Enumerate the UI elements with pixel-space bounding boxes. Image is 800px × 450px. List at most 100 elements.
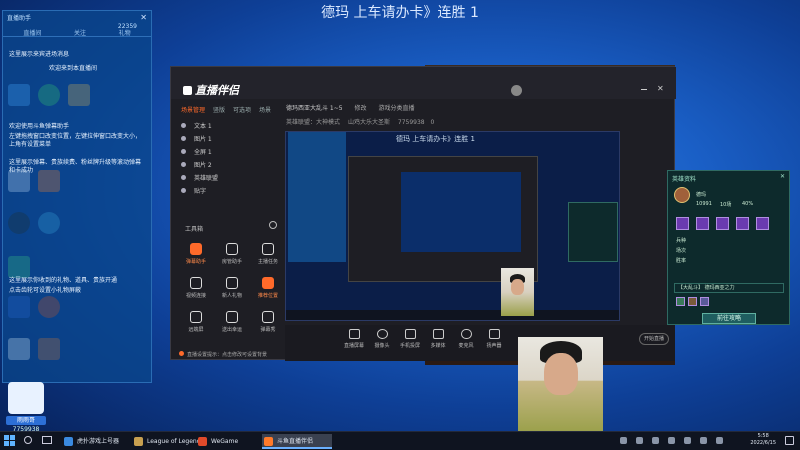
eye-icon[interactable] [181, 136, 186, 141]
tool-label: 弹幕助手 [185, 259, 206, 265]
logo-icon [183, 86, 192, 95]
avatar[interactable] [511, 85, 522, 96]
tray-icon[interactable] [652, 437, 659, 444]
close-icon[interactable]: ✕ [657, 84, 664, 93]
scene-item[interactable]: 英雄联盟 [181, 173, 218, 182]
eye-icon[interactable] [181, 175, 186, 180]
tab-options[interactable]: 可选项 [233, 105, 251, 114]
room-edit-button[interactable]: 修改 [355, 105, 367, 112]
media-button[interactable]: 多媒体 [423, 329, 453, 349]
footer-text: 直播设置提示：点击修改可设置背景 [187, 352, 268, 358]
monitor-icon [348, 329, 360, 339]
stat-label: 场次 [676, 248, 687, 254]
app-icon [64, 437, 73, 446]
scene-label: 文本 1 [194, 123, 212, 130]
minimize-icon[interactable] [641, 89, 647, 90]
item-icon[interactable] [676, 297, 685, 306]
scene-item[interactable]: 贴字 [181, 186, 206, 195]
skill-icon[interactable] [756, 217, 769, 230]
taskbar-item[interactable]: WeGame [196, 434, 256, 449]
room-category[interactable]: 英雄联盟：大神模式 [286, 119, 340, 126]
eye-icon[interactable] [181, 123, 186, 128]
taskbar-item[interactable]: 斗鱼直播伴侣 [262, 434, 332, 449]
skill-icon[interactable] [736, 217, 749, 230]
tool-newbie-gift[interactable]: 新人礼物 [215, 277, 249, 299]
scene-item[interactable]: 文本 1 [181, 121, 212, 130]
show-icon [262, 311, 274, 323]
volume-icon[interactable] [700, 437, 707, 444]
tool-recommend[interactable]: 推荐位置 [251, 277, 285, 299]
tab-scene-manage[interactable]: 场景管理 [181, 105, 205, 114]
tray-icon[interactable] [636, 437, 643, 444]
tray-icon[interactable] [684, 437, 691, 444]
tool-label: 送出幸运 [221, 327, 242, 333]
lucky-icon [226, 311, 238, 323]
skill-icon[interactable] [716, 217, 729, 230]
close-icon[interactable]: ✕ [140, 13, 147, 22]
notification-icon[interactable] [785, 436, 794, 445]
tool-label: 推荐位置 [257, 293, 278, 299]
button-label: 扬声器 [486, 343, 502, 349]
tab-room[interactable]: 直播间 [23, 28, 41, 37]
scene-label: 英雄联盟 [194, 175, 219, 182]
scene-item[interactable]: 图片 2 [181, 160, 212, 169]
search-icon[interactable] [24, 436, 32, 444]
preview-panel-left [288, 132, 346, 262]
taskbar-clock[interactable]: 5:58 2022/6/15 [750, 433, 776, 447]
close-icon[interactable]: ✕ [780, 173, 785, 180]
tool-host-tasks[interactable]: 主播任务 [251, 243, 285, 265]
speaker-button[interactable]: 扬声器 [479, 329, 509, 349]
taskbar-item[interactable]: 虎扑游戏上号器 [62, 434, 132, 449]
tray-icon[interactable] [620, 437, 627, 444]
tool-danmaku-assistant[interactable]: 弹幕助手 [179, 243, 213, 265]
room-id: 7759938 [397, 119, 425, 126]
camera-icon [376, 329, 388, 339]
skill-icon[interactable] [676, 217, 689, 230]
windows-start-icon[interactable] [4, 435, 16, 447]
app-titlebar: 直播伴侣 ✕ [171, 67, 676, 99]
taskbar-item[interactable]: League of Legends [132, 434, 204, 449]
tool-lucky[interactable]: 送出幸运 [215, 311, 249, 333]
view-guide-button[interactable]: 前往攻略 [702, 313, 756, 324]
screen-capture-button[interactable]: 直播屏幕 [339, 329, 369, 349]
stream-preview[interactable]: 德玛 上车请办卡》连胜 1 [285, 131, 620, 321]
hero-name: 德玛 [696, 192, 707, 198]
task-view-icon[interactable] [42, 436, 52, 444]
scene-item[interactable]: 全屏 1 [181, 147, 212, 156]
media-icon [432, 329, 444, 339]
eye-icon[interactable] [181, 162, 186, 167]
stream-title: 德玛 上车请办卡》连胜 1 [321, 5, 479, 21]
eye-icon[interactable] [181, 188, 186, 193]
hero-info-panel: 英雄资料 ✕ 德玛 10991 10场 40% 兵种 场次 胜率 【大乱斗】 德… [667, 170, 790, 325]
danmaku-header: 直播助手 22359 ✕ 直播间 关注 礼物 [3, 11, 151, 37]
tool-room-admin[interactable]: 房管助手 [215, 243, 249, 265]
info-icon [179, 351, 184, 356]
scene-item[interactable]: 图片 1 [181, 134, 212, 143]
room-notice[interactable]: 游戏分类直播 [378, 105, 414, 112]
microphone-button[interactable]: 麦克风 [451, 329, 481, 349]
phone-cast-button[interactable]: 手机投屏 [395, 329, 425, 349]
camera-button[interactable]: 摄像头 [367, 329, 397, 349]
tool-label: 远端屏 [188, 327, 204, 333]
tool-danmaku-show[interactable]: 弹幕秀 [251, 311, 285, 333]
start-live-button[interactable]: 开始直播 [639, 333, 669, 345]
item-icon[interactable] [688, 297, 697, 306]
danmaku-title: 直播助手 [7, 15, 32, 22]
tab-follow[interactable]: 关注 [74, 28, 86, 37]
danmaku-message: 欢迎使用斗鱼弹幕助手 [9, 123, 70, 130]
item-icon[interactable] [700, 297, 709, 306]
tool-remote-screen[interactable]: 远端屏 [179, 311, 213, 333]
footer-notice: 直播设置提示：点击修改可设置背景 [179, 351, 267, 358]
tray-icon[interactable] [668, 437, 675, 444]
network-icon[interactable] [716, 437, 723, 444]
hero-mode-select[interactable]: 【大乱斗】 德玛西亚之力 [674, 283, 784, 293]
eye-icon[interactable] [181, 149, 186, 154]
danmaku-icon [190, 243, 202, 255]
tool-video-link[interactable]: 视频连接 [179, 277, 213, 299]
tab-scene[interactable]: 场景 [259, 105, 271, 114]
button-label: 麦克风 [458, 343, 474, 349]
tab-portrait[interactable]: 竖版 [213, 105, 225, 114]
skill-icon[interactable] [696, 217, 709, 230]
tool-label: 房管助手 [221, 259, 242, 265]
settings-gear-icon[interactable] [269, 221, 277, 229]
